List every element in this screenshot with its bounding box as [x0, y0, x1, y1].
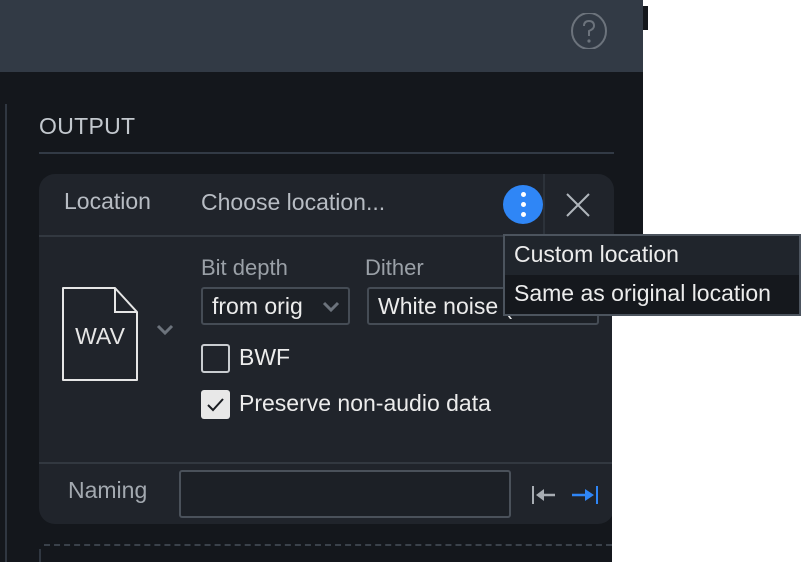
section-title: OUTPUT [39, 113, 136, 139]
location-row: Location Choose location... [39, 174, 614, 235]
location-menu-button[interactable] [503, 185, 543, 224]
location-menu: Custom location Same as original locatio… [503, 234, 801, 316]
section-divider [39, 152, 614, 154]
background [612, 316, 812, 562]
chevron-down-icon [322, 301, 340, 313]
bit-depth-value: from orig [212, 293, 303, 319]
window-edge [643, 6, 648, 32]
kebab-dot [521, 212, 526, 217]
panel-divider [39, 549, 41, 562]
question-circle-icon[interactable] [571, 13, 607, 49]
preserve-checkbox[interactable] [201, 390, 230, 419]
menu-item-same-as-original[interactable]: Same as original location [505, 275, 799, 314]
preserve-label: Preserve non-audio data [239, 390, 491, 416]
top-bar [0, 0, 643, 72]
background [643, 30, 812, 234]
divider [543, 174, 545, 235]
panel-divider [5, 104, 7, 562]
naming-label: Naming [68, 477, 148, 503]
location-label: Location [64, 188, 151, 214]
naming-input[interactable] [179, 470, 511, 518]
location-value[interactable]: Choose location... [201, 189, 385, 216]
arrow-left-to-bar-icon[interactable] [531, 484, 557, 506]
checkmark-icon [207, 398, 224, 412]
bwf-label: BWF [239, 344, 291, 370]
bit-depth-select[interactable]: from orig [201, 287, 350, 325]
document-icon[interactable]: WAV [61, 286, 139, 382]
file-type-label: WAV [75, 323, 125, 349]
menu-item-custom-location[interactable]: Custom location [505, 236, 799, 275]
dashed-divider [44, 544, 612, 546]
close-x-icon[interactable] [563, 190, 593, 220]
kebab-vertical-icon [521, 192, 526, 197]
bit-depth-label: Bit depth [201, 255, 288, 280]
arrow-right-to-bar-icon[interactable] [570, 484, 600, 506]
chevron-down-icon[interactable] [156, 324, 174, 336]
dither-label: Dither [365, 255, 424, 280]
dither-value: White noise ( [378, 293, 513, 319]
output-card: Location Choose location... WAV Bit dept… [39, 174, 614, 524]
bwf-checkbox[interactable] [201, 344, 230, 373]
divider [39, 462, 614, 464]
kebab-dot [521, 202, 526, 207]
